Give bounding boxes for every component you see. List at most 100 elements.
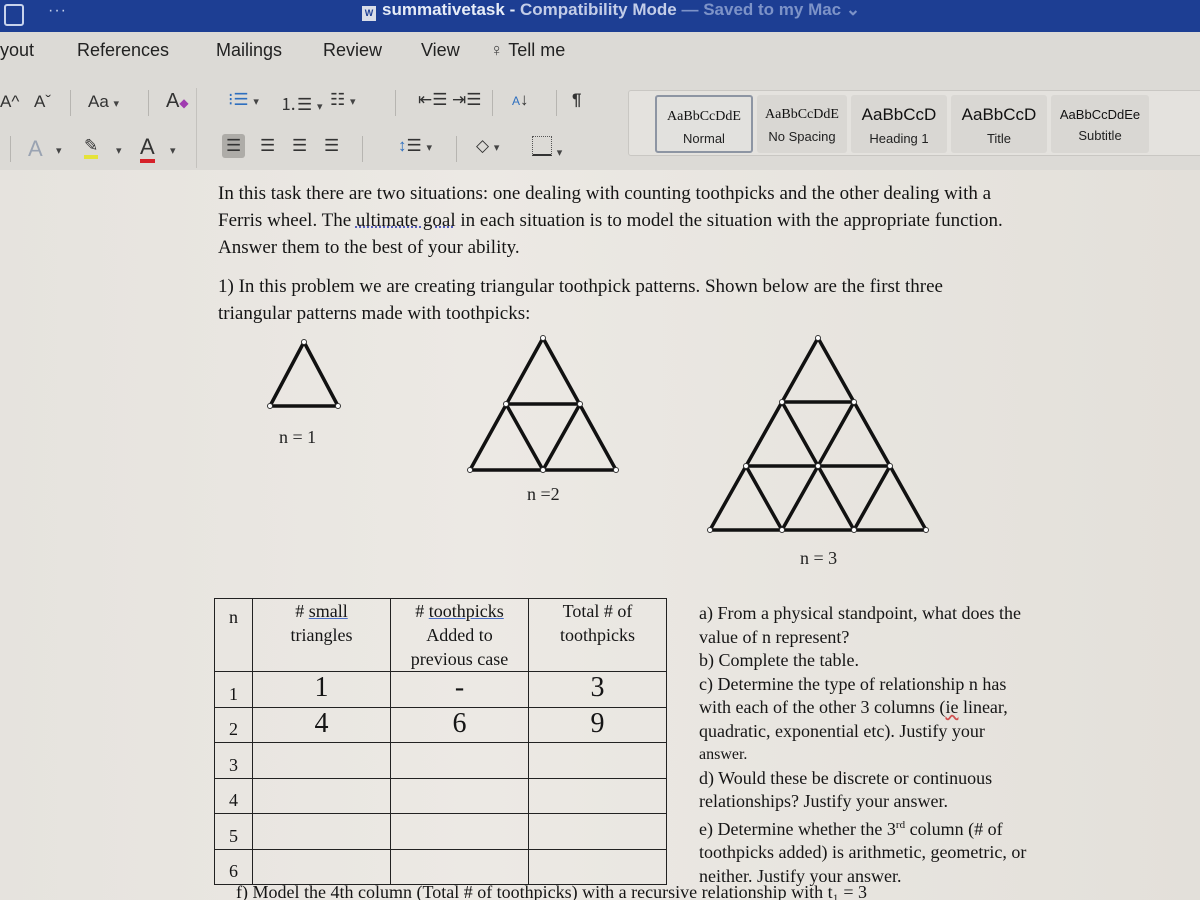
question-line: c) Determine the type of relationship n … bbox=[699, 673, 1007, 694]
document-page[interactable]: In this task there are two situations: o… bbox=[0, 170, 1200, 900]
style-normal[interactable]: AaBbCcDdE Normal bbox=[655, 95, 753, 153]
sort-icon[interactable]: A↓ bbox=[512, 90, 529, 110]
tab-view[interactable]: View bbox=[421, 40, 460, 61]
chevron-down-icon[interactable]: ▾ bbox=[56, 144, 62, 157]
bullets-button[interactable]: ⁝☰ ▾ bbox=[228, 90, 259, 110]
highlighter-icon: ✎ bbox=[84, 136, 99, 159]
cell-toothpicks-added[interactable] bbox=[390, 848, 529, 885]
cell-n[interactable]: 2 bbox=[214, 706, 253, 743]
more-icon[interactable]: ··· bbox=[48, 2, 67, 20]
chevron-down-icon[interactable]: ▾ bbox=[170, 144, 176, 157]
tab-review[interactable]: Review bbox=[323, 40, 382, 61]
shrink-font-icon[interactable]: Aˇ bbox=[34, 92, 51, 112]
cell-total-toothpicks[interactable] bbox=[528, 777, 667, 814]
chevron-down-icon: ▾ bbox=[556, 147, 563, 159]
table-header-row: n # small triangles # toothpicks Added to p… bbox=[214, 598, 667, 672]
style-title[interactable]: AaBbCcD Title bbox=[951, 95, 1047, 153]
tab-tell-me[interactable]: ♀ Tell me bbox=[490, 40, 565, 61]
problem-1-line-1: 1) In this problem we are creating trian… bbox=[218, 276, 943, 297]
saved-status[interactable]: — Saved to my Mac bbox=[681, 0, 841, 19]
chevron-down-icon: ▾ bbox=[493, 142, 500, 154]
question-line: answer. bbox=[699, 746, 748, 763]
tab-layout[interactable]: yout bbox=[0, 40, 34, 61]
text-run: in each situation is to model the situat… bbox=[455, 210, 1003, 231]
increase-indent-icon[interactable]: ⇥☰ bbox=[452, 90, 481, 110]
borders-button[interactable]: ▾ bbox=[532, 136, 562, 161]
style-label: Subtitle bbox=[1078, 128, 1122, 143]
cell-total-toothpicks[interactable] bbox=[528, 742, 667, 779]
cell-n[interactable]: 1 bbox=[214, 671, 253, 708]
ribbon: yout References Mailings Review View ♀ T… bbox=[0, 32, 1200, 170]
multilevel-list-icon: ☷ bbox=[330, 90, 346, 109]
style-label: Normal bbox=[683, 131, 725, 146]
problem-1-paragraph: 1) In this problem we are creating trian… bbox=[218, 273, 943, 327]
cell-n[interactable]: 3 bbox=[214, 742, 253, 779]
cell-small-triangles[interactable] bbox=[252, 777, 391, 814]
style-subtitle[interactable]: AaBbCcDdEe Subtitle bbox=[1051, 95, 1149, 153]
spelling-flagged-text[interactable]: ie bbox=[945, 697, 958, 717]
header-text: toothpicks bbox=[428, 601, 504, 621]
cell-toothpicks-added[interactable] bbox=[390, 742, 529, 779]
style-heading-1[interactable]: AaBbCcD Heading 1 bbox=[851, 95, 947, 153]
tell-me-label: Tell me bbox=[508, 40, 566, 60]
figure-label-n3: n = 3 bbox=[800, 548, 838, 568]
grammar-flagged-text[interactable]: ultimate goal bbox=[356, 210, 456, 231]
cell-toothpicks-added[interactable]: 6 bbox=[390, 706, 529, 743]
cell-toothpicks-added[interactable]: - bbox=[390, 671, 529, 708]
question-f-partial: f) Model the 4th column (Total # of toot… bbox=[236, 882, 868, 900]
cell-n[interactable]: 4 bbox=[214, 777, 253, 814]
clear-formatting-icon[interactable]: A◆ bbox=[166, 90, 189, 113]
question-line: toothpicks added) is arithmetic, geometr… bbox=[699, 842, 1027, 862]
cell-total-toothpicks[interactable]: 9 bbox=[528, 706, 667, 743]
align-left-button[interactable]: ☰ bbox=[222, 134, 246, 158]
align-right-button[interactable]: ☰ bbox=[292, 136, 307, 156]
question-line: value of n represent? bbox=[699, 626, 850, 647]
justify-button[interactable]: ☰ bbox=[324, 136, 339, 156]
window-title: Wsummativetask - Compatibility Mode — Sa… bbox=[362, 0, 860, 21]
question-line: d) Would these be discrete or continuous bbox=[699, 767, 993, 788]
cell-n[interactable]: 6 bbox=[214, 848, 253, 885]
chevron-down-icon: ▾ bbox=[113, 98, 120, 110]
line-spacing-button[interactable]: ↕☰ ▾ bbox=[398, 136, 432, 156]
cell-small-triangles[interactable]: 4 bbox=[252, 706, 391, 743]
cell-small-triangles[interactable] bbox=[252, 742, 391, 779]
show-formatting-icon[interactable]: ¶ bbox=[572, 90, 581, 110]
chevron-down-icon[interactable]: ▾ bbox=[116, 144, 122, 157]
text-run: linear, bbox=[958, 697, 1008, 717]
cell-total-toothpicks[interactable] bbox=[528, 813, 667, 850]
tab-references[interactable]: References bbox=[77, 40, 169, 61]
multilevel-list-button[interactable]: ☷ ▾ bbox=[330, 90, 356, 110]
style-sample: AaBbCcDdE bbox=[765, 107, 839, 122]
cell-small-triangles[interactable] bbox=[252, 813, 391, 850]
style-label: Heading 1 bbox=[869, 131, 929, 146]
cell-total-toothpicks[interactable] bbox=[528, 848, 667, 885]
cell-toothpicks-added[interactable] bbox=[390, 813, 529, 850]
style-sample: AaBbCcD bbox=[861, 105, 937, 124]
style-sample: AaBbCcDdEe bbox=[1059, 107, 1141, 122]
font-color-button[interactable]: A bbox=[140, 134, 155, 163]
toothpick-pattern-n1 bbox=[267, 339, 341, 409]
eraser-icon: ◆ bbox=[179, 96, 189, 110]
cell-total-toothpicks[interactable]: 3 bbox=[528, 671, 667, 708]
align-center-button[interactable]: ☰ bbox=[260, 136, 275, 156]
cell-n[interactable]: 5 bbox=[214, 813, 253, 850]
text-effects-icon[interactable]: A bbox=[28, 136, 43, 162]
figure-label-n2: n =2 bbox=[527, 484, 560, 504]
style-no-spacing[interactable]: AaBbCcDdE No Spacing bbox=[757, 95, 847, 153]
numbering-button[interactable]: ⒈☰ ▾ bbox=[280, 90, 323, 115]
decrease-indent-icon[interactable]: ⇤☰ bbox=[418, 90, 447, 110]
shading-button[interactable]: ◇ ▾ bbox=[476, 136, 499, 156]
document-edit-icon[interactable] bbox=[4, 4, 24, 26]
cell-small-triangles[interactable] bbox=[252, 848, 391, 885]
header-small-triangles: # small triangles bbox=[252, 598, 391, 672]
header-text: Added to bbox=[426, 625, 493, 645]
table-row: 2 4 6 9 bbox=[214, 706, 667, 743]
change-case-button[interactable]: Aa ▾ bbox=[88, 92, 119, 112]
chevron-down-icon[interactable]: ⌄ bbox=[846, 0, 860, 19]
grow-font-icon[interactable]: A^ bbox=[0, 92, 19, 112]
paint-bucket-icon: ◇ bbox=[476, 136, 490, 155]
cell-small-triangles[interactable]: 1 bbox=[252, 671, 391, 708]
tab-mailings[interactable]: Mailings bbox=[216, 40, 282, 61]
highlight-button[interactable]: ✎ bbox=[84, 136, 99, 159]
cell-toothpicks-added[interactable] bbox=[390, 777, 529, 814]
